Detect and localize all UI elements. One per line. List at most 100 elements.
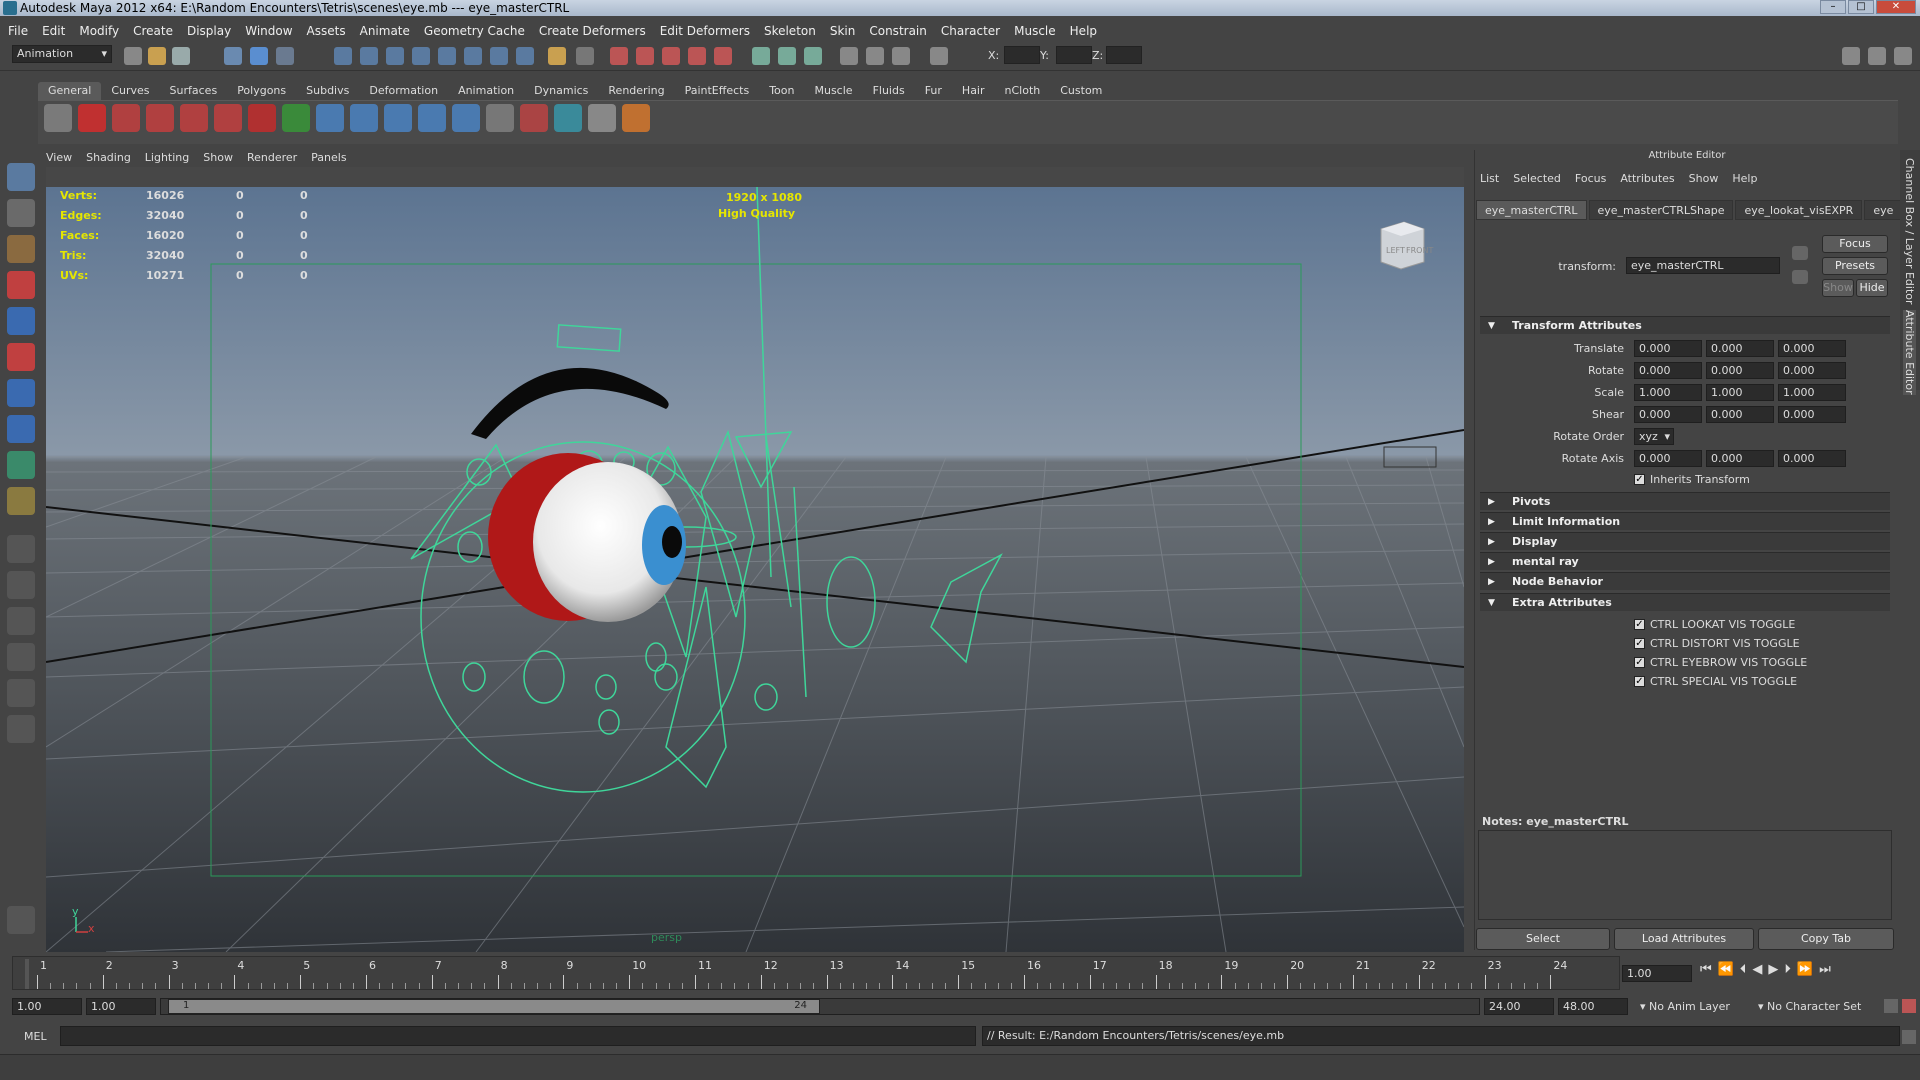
- channel-box-toggle-icon[interactable]: [866, 47, 884, 65]
- shelf-tool-icon[interactable]: [622, 104, 650, 132]
- script-editor-icon[interactable]: [7, 906, 35, 934]
- save-scene-icon[interactable]: [172, 47, 190, 65]
- layout-icon[interactable]: [1842, 47, 1860, 65]
- ctrl-distort-vis-checkbox[interactable]: ✓: [1634, 638, 1645, 649]
- maximize-button[interactable]: □: [1848, 0, 1874, 14]
- select-tool-icon[interactable]: [7, 163, 35, 191]
- select-object-icon[interactable]: [250, 47, 268, 65]
- menu-create-deformers[interactable]: Create Deformers: [539, 24, 646, 38]
- script-icon[interactable]: [486, 104, 514, 132]
- section-extra-attributes[interactable]: ▼ Extra Attributes: [1480, 593, 1890, 611]
- step-forward-frame-icon[interactable]: ⏵: [1784, 962, 1791, 977]
- menu-constrain[interactable]: Constrain: [869, 24, 927, 38]
- minimize-button[interactable]: –: [1820, 0, 1846, 14]
- menu-skin[interactable]: Skin: [830, 24, 856, 38]
- lock-icon[interactable]: [548, 47, 566, 65]
- shelf-tool-icon[interactable]: [112, 104, 140, 132]
- notes-textarea[interactable]: [1478, 830, 1892, 920]
- scale-y-field[interactable]: 1.000: [1706, 384, 1774, 401]
- ae-menu-list[interactable]: List: [1480, 172, 1499, 185]
- tab-eye-masterctrlshape[interactable]: eye_masterCTRLShape: [1588, 200, 1734, 220]
- preferences-icon[interactable]: [1902, 999, 1916, 1013]
- render-current-icon[interactable]: [610, 47, 628, 65]
- scale-z-field[interactable]: 1.000: [1778, 384, 1846, 401]
- panel-toggle-icon[interactable]: [1894, 47, 1912, 65]
- tab-deformation[interactable]: Deformation: [359, 82, 448, 100]
- sphere-icon[interactable]: [316, 104, 344, 132]
- vp-menu-shading[interactable]: Shading: [86, 151, 131, 165]
- x-coord-input[interactable]: [1004, 46, 1040, 64]
- current-time-marker[interactable]: [25, 959, 29, 989]
- help-question-icon[interactable]: [516, 47, 534, 65]
- command-input[interactable]: [60, 1026, 976, 1046]
- rotate-z-field[interactable]: 0.000: [1778, 362, 1846, 379]
- range-slider-handle[interactable]: 1 24: [168, 999, 820, 1014]
- go-to-output-icon[interactable]: [1792, 270, 1808, 284]
- shear-z-field[interactable]: 0.000: [1778, 406, 1846, 423]
- tab-fluids[interactable]: Fluids: [863, 82, 915, 100]
- shelf-tool-icon[interactable]: [520, 104, 548, 132]
- ipr-render-icon[interactable]: [636, 47, 654, 65]
- shelf-tool-icon[interactable]: [282, 104, 310, 132]
- open-scene-icon[interactable]: [148, 47, 166, 65]
- mel-label[interactable]: MEL: [24, 1030, 47, 1043]
- select-button[interactable]: Select: [1476, 928, 1610, 950]
- ctrl-special-vis-checkbox[interactable]: ✓: [1634, 676, 1645, 687]
- tab-animation[interactable]: Animation: [448, 82, 524, 100]
- anim-layer-dropdown[interactable]: ▾ No Anim Layer: [1640, 1000, 1730, 1013]
- hide-button[interactable]: Hide: [1856, 279, 1888, 297]
- shelf-tool-icon[interactable]: [588, 104, 616, 132]
- tab-eye-lookat-visexpr[interactable]: eye_lookat_visEXPR: [1735, 200, 1863, 220]
- shelf-tool-icon[interactable]: [248, 104, 276, 132]
- key-icon[interactable]: [1884, 999, 1898, 1013]
- select-hierarchy-icon[interactable]: [224, 47, 242, 65]
- film-reel-icon[interactable]: [44, 104, 72, 132]
- ae-menu-attributes[interactable]: Attributes: [1620, 172, 1674, 185]
- tab-eye-masterctrl[interactable]: eye_masterCTRL: [1476, 200, 1587, 220]
- render-settings-icon[interactable]: [662, 47, 680, 65]
- y-coord-input[interactable]: [1056, 46, 1092, 64]
- move-tool-icon[interactable]: [7, 271, 35, 299]
- ctrl-lookat-vis-checkbox[interactable]: ✓: [1634, 619, 1645, 630]
- vp-menu-lighting[interactable]: Lighting: [145, 151, 189, 165]
- tab-toon[interactable]: Toon: [759, 82, 804, 100]
- section-pivots[interactable]: ▶ Pivots: [1480, 492, 1890, 510]
- section-node-behavior[interactable]: ▶ Node Behavior: [1480, 572, 1890, 590]
- current-frame-field[interactable]: 1.00: [1622, 965, 1692, 982]
- translate-y-field[interactable]: 0.000: [1706, 340, 1774, 357]
- rotate-x-field[interactable]: 0.000: [1634, 362, 1702, 379]
- scale-x-field[interactable]: 1.000: [1634, 384, 1702, 401]
- snap-curve-icon[interactable]: [360, 47, 378, 65]
- menu-geometry-cache[interactable]: Geometry Cache: [424, 24, 525, 38]
- selection-mask-icon[interactable]: [576, 47, 594, 65]
- menu-edit-deformers[interactable]: Edit Deformers: [660, 24, 750, 38]
- translate-x-field[interactable]: 0.000: [1634, 340, 1702, 357]
- shelf-tool-icon[interactable]: [146, 104, 174, 132]
- shelf-tool-icon[interactable]: [214, 104, 242, 132]
- step-forward-key-icon[interactable]: ⏩: [1797, 962, 1813, 977]
- go-to-end-icon[interactable]: ⏭: [1819, 962, 1831, 977]
- tab-polygons[interactable]: Polygons: [227, 82, 296, 100]
- tool-settings-icon[interactable]: [804, 47, 822, 65]
- tab-ncloth[interactable]: nCloth: [995, 82, 1051, 100]
- select-component-icon[interactable]: [276, 47, 294, 65]
- load-attributes-button[interactable]: Load Attributes: [1614, 928, 1754, 950]
- time-slider[interactable]: 1 2 3 4 5 6 7 8 9 10 11 12 13 14 15 16 17 18 19 20 21 22 23 24: [12, 956, 1620, 990]
- section-mental-ray[interactable]: ▶ mental ray: [1480, 552, 1890, 570]
- joint-icon[interactable]: [350, 104, 378, 132]
- menu-create[interactable]: Create: [133, 24, 173, 38]
- channel-layer-icon[interactable]: [1868, 47, 1886, 65]
- tab-surfaces[interactable]: Surfaces: [160, 82, 228, 100]
- snap-point-icon[interactable]: [386, 47, 404, 65]
- ctrl-eyebrow-vis-checkbox[interactable]: ✓: [1634, 657, 1645, 668]
- show-manipulator-icon[interactable]: [7, 451, 35, 479]
- range-end-field[interactable]: 48.00: [1558, 998, 1628, 1015]
- sidebar-toggle-icon[interactable]: [752, 47, 770, 65]
- section-display[interactable]: ▶ Display: [1480, 532, 1890, 550]
- ae-menu-help[interactable]: Help: [1732, 172, 1757, 185]
- menu-window[interactable]: Window: [245, 24, 292, 38]
- tab-painteffects[interactable]: PaintEffects: [675, 82, 760, 100]
- absolute-transform-icon[interactable]: [930, 47, 948, 65]
- vp-menu-view[interactable]: View: [46, 151, 72, 165]
- tab-rendering[interactable]: Rendering: [598, 82, 674, 100]
